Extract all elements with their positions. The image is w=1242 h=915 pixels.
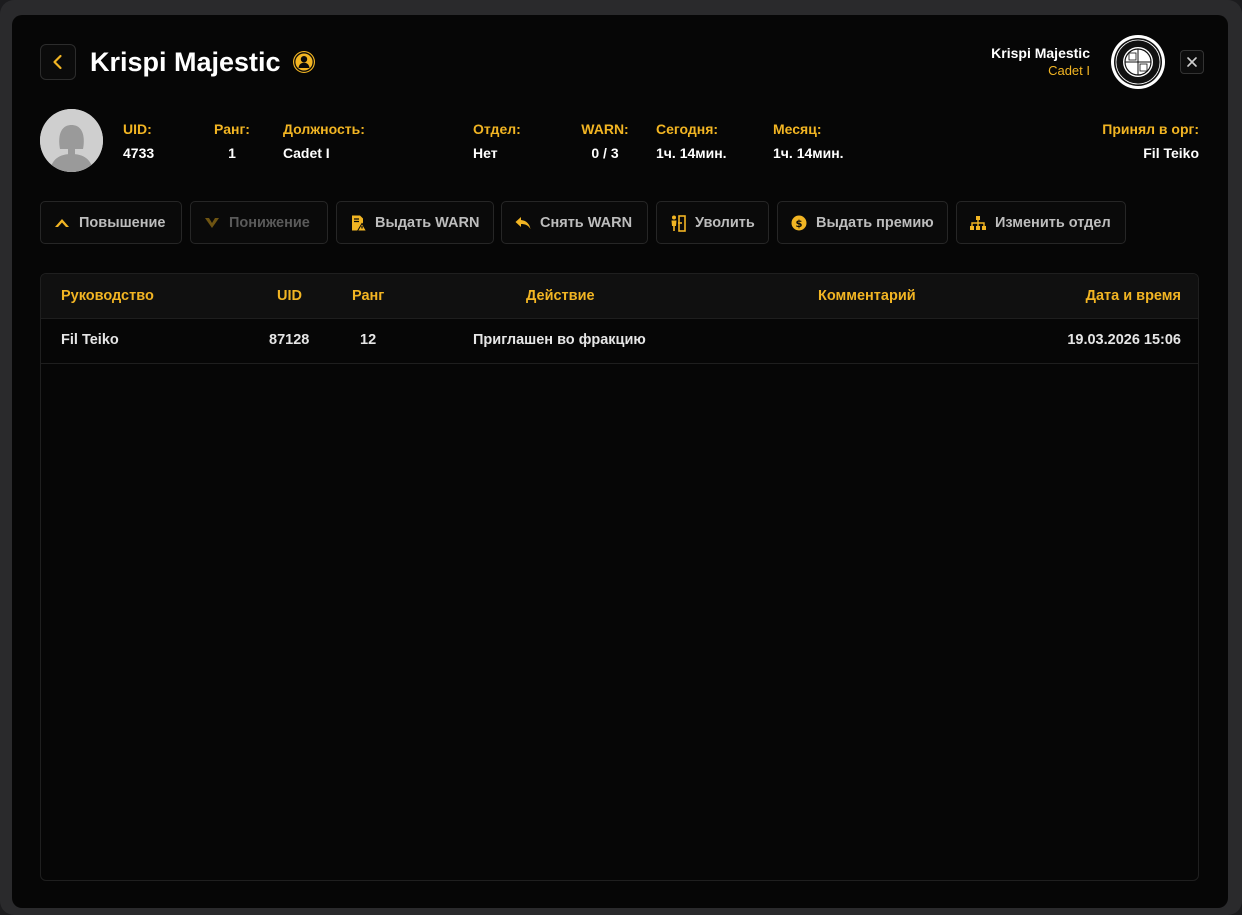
stat-warn-label: WARN: (581, 121, 629, 137)
column-uid: UID (277, 288, 302, 304)
dismiss-label: Уволить (695, 214, 755, 231)
issue-warn-button[interactable]: Выдать WARN (336, 201, 494, 244)
promote-button[interactable]: Повышение (40, 201, 182, 244)
change-department-button[interactable]: Изменить отдел (956, 201, 1126, 244)
stat-today-label: Сегодня: (656, 121, 719, 137)
stat-today: Сегодня: 1ч. 14мин. (656, 120, 727, 162)
svg-text:$: $ (796, 219, 803, 230)
stat-position-label: Должность: (283, 121, 365, 137)
reply-icon (514, 214, 532, 232)
table-header: Руководство UID Ранг Действие Комментари… (41, 274, 1198, 319)
current-user-rank: Cadet I (1048, 63, 1090, 78)
stat-department-label: Отдел: (473, 121, 521, 137)
issue-bonus-button[interactable]: $ Выдать премию (777, 201, 948, 244)
stat-rank: Ранг: 1 (214, 120, 250, 162)
warn-document-icon (349, 214, 367, 232)
change-department-label: Изменить отдел (995, 214, 1111, 231)
user-silhouette-icon (40, 109, 103, 172)
back-button[interactable] (40, 44, 76, 80)
stat-rank-value: 1 (228, 145, 236, 161)
stat-month-label: Месяц: (773, 121, 822, 137)
avatar (40, 109, 103, 172)
stat-uid: UID: 4733 (123, 120, 154, 162)
table-row[interactable]: Fil Teiko 87128 12 Приглашен во фракцию … (41, 319, 1198, 364)
demote-label: Понижение (229, 214, 310, 231)
close-button[interactable] (1180, 50, 1204, 74)
remove-warn-label: Снять WARN (540, 214, 633, 231)
stat-uid-value: 4733 (123, 145, 155, 161)
issue-bonus-label: Выдать премию (816, 214, 934, 231)
stat-department: Отдел: Нет (473, 120, 521, 162)
cell-rank: 12 (360, 332, 377, 348)
chevron-up-icon (53, 214, 71, 232)
hierarchy-icon (969, 214, 987, 232)
column-manager: Руководство (61, 288, 154, 304)
chevron-down-icon (203, 214, 221, 232)
cell-action: Приглашен во фракцию (473, 332, 646, 348)
cell-datetime: 19.03.2026 15:06 (1067, 332, 1181, 348)
page-title: Krispi Majestic (90, 47, 281, 77)
stat-position-value: Cadet I (283, 145, 330, 161)
column-comment: Комментарий (818, 288, 916, 304)
stat-warn: WARN: 0 / 3 (580, 120, 630, 162)
user-badge-icon (293, 51, 315, 73)
stat-uid-label: UID: (123, 121, 152, 137)
member-panel: Krispi Majestic Krispi Majestic Cadet I (12, 15, 1228, 908)
close-icon (1187, 57, 1197, 67)
promote-label: Повышение (79, 214, 166, 231)
demote-button[interactable]: Понижение (190, 201, 328, 244)
stat-accepted-label: Принял в орг: (1102, 121, 1199, 137)
stat-accepted-by: Принял в орг: Fil Teiko (1102, 120, 1199, 162)
column-action: Действие (526, 288, 595, 304)
stat-rank-label: Ранг: (214, 121, 250, 137)
stat-department-value: Нет (473, 145, 498, 161)
fire-user-icon (669, 214, 687, 232)
organization-seal-icon (1111, 35, 1165, 89)
stat-accepted-value: Fil Teiko (1143, 145, 1199, 161)
cell-uid: 87128 (269, 332, 310, 348)
stat-warn-value: 0 / 3 (591, 145, 619, 161)
issue-warn-label: Выдать WARN (375, 214, 480, 231)
stat-position: Должность: Cadet I (283, 120, 365, 162)
column-rank: Ранг (352, 288, 385, 304)
cell-manager: Fil Teiko (61, 332, 119, 348)
stat-today-value: 1ч. 14мин. (656, 145, 727, 161)
dismiss-button[interactable]: Уволить (656, 201, 769, 244)
chevron-left-icon (53, 54, 62, 70)
current-user: Krispi Majestic Cadet I (991, 44, 1090, 80)
current-user-name: Krispi Majestic (991, 45, 1090, 61)
column-datetime: Дата и время (1085, 288, 1181, 304)
coin-icon: $ (790, 214, 808, 232)
history-table: Руководство UID Ранг Действие Комментари… (40, 273, 1199, 881)
window-frame: Krispi Majestic Krispi Majestic Cadet I (0, 0, 1242, 915)
stat-month: Месяц: 1ч. 14мин. (773, 120, 844, 162)
remove-warn-button[interactable]: Снять WARN (501, 201, 648, 244)
stat-month-value: 1ч. 14мин. (773, 145, 844, 161)
